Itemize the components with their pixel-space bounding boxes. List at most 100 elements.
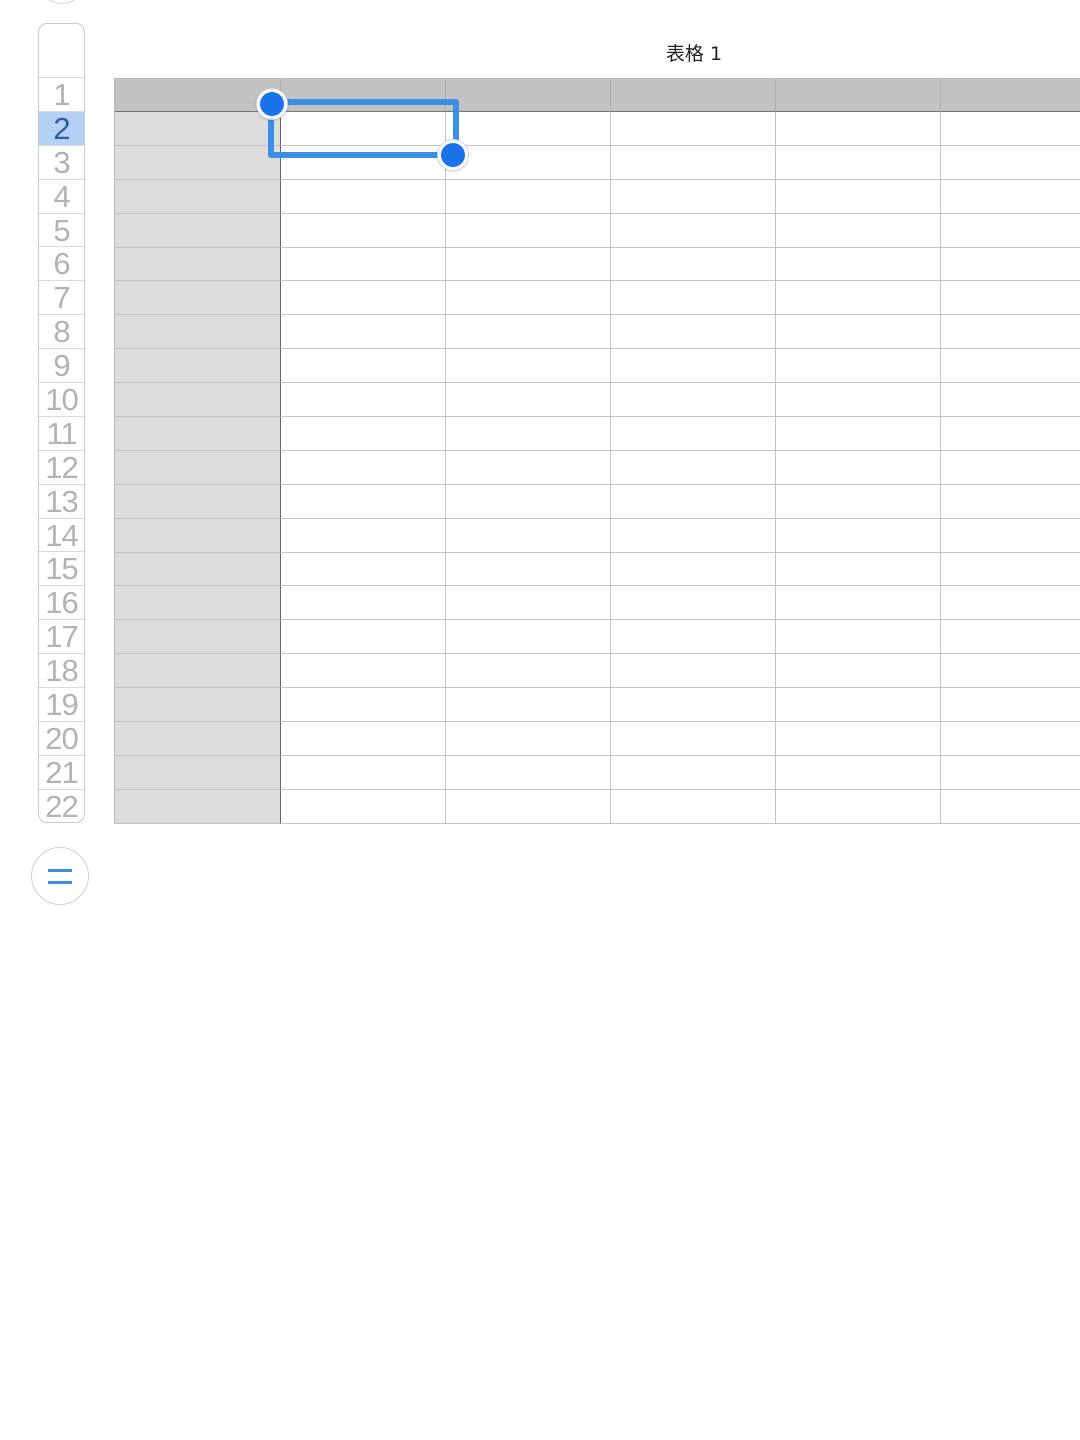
table-cell[interactable] <box>941 179 1080 214</box>
row-header-cell[interactable] <box>115 688 281 723</box>
table-cell[interactable] <box>611 484 776 519</box>
table-cell[interactable] <box>281 349 446 384</box>
row-number[interactable]: 3 <box>39 146 84 180</box>
table-cell[interactable] <box>446 417 611 451</box>
table-cell[interactable] <box>776 383 941 418</box>
table-cell[interactable] <box>611 417 776 451</box>
table-cell[interactable] <box>776 620 941 655</box>
table-cell[interactable] <box>281 417 446 451</box>
row-number[interactable]: 1 <box>39 78 84 112</box>
row-number[interactable]: 20 <box>39 722 84 756</box>
table-cell[interactable] <box>446 281 611 316</box>
table-cell[interactable] <box>776 552 941 587</box>
table-cell[interactable] <box>281 552 446 587</box>
table-cell[interactable] <box>446 179 611 214</box>
row-number[interactable]: 5 <box>39 214 84 248</box>
table-cell[interactable] <box>446 688 611 723</box>
row-number[interactable]: 8 <box>39 315 84 350</box>
table-cell[interactable] <box>281 620 446 655</box>
table-cell[interactable] <box>611 552 776 587</box>
table-cell[interactable] <box>446 315 611 350</box>
table-cell[interactable] <box>281 586 446 621</box>
table-cell[interactable] <box>941 722 1080 756</box>
row-number[interactable]: 19 <box>39 688 84 722</box>
table-cell[interactable] <box>941 213 1080 248</box>
table-cell[interactable] <box>611 654 776 689</box>
table-cell[interactable] <box>776 179 941 214</box>
table-cell[interactable] <box>281 722 446 756</box>
header-cell[interactable] <box>941 79 1080 112</box>
table-cell[interactable] <box>941 247 1080 282</box>
table-cell[interactable] <box>446 213 611 248</box>
row-header-cell[interactable] <box>115 145 281 180</box>
header-cell[interactable] <box>776 79 941 112</box>
table-cell[interactable] <box>776 722 941 756</box>
row-header-cell[interactable] <box>115 281 281 316</box>
row-number[interactable]: 9 <box>39 349 84 384</box>
row-number[interactable]: 16 <box>39 586 84 621</box>
table-cell[interactable] <box>776 586 941 621</box>
table-cell[interactable] <box>446 518 611 553</box>
table-cell[interactable] <box>281 213 446 248</box>
table-cell[interactable] <box>941 518 1080 553</box>
table-cell[interactable] <box>281 518 446 553</box>
table-cell[interactable] <box>941 383 1080 418</box>
table-cell[interactable] <box>776 450 941 485</box>
table-cell[interactable] <box>281 315 446 350</box>
table-cell[interactable] <box>776 789 941 824</box>
table-cell[interactable] <box>776 281 941 316</box>
row-number[interactable]: 13 <box>39 485 84 519</box>
table-cell[interactable] <box>611 586 776 621</box>
selection-handle-top-left[interactable] <box>257 89 287 119</box>
row-number[interactable]: 11 <box>39 417 84 451</box>
table-cell[interactable] <box>941 315 1080 350</box>
table-cell[interactable] <box>446 484 611 519</box>
table-cell[interactable] <box>611 112 776 146</box>
row-header-cell[interactable] <box>115 112 281 146</box>
table-cell[interactable] <box>281 688 446 723</box>
row-number[interactable]: 21 <box>39 756 84 790</box>
table-title[interactable]: 表格 1 <box>594 39 794 66</box>
table-cell[interactable] <box>446 755 611 790</box>
row-header-cell[interactable] <box>115 789 281 824</box>
table-cell[interactable] <box>941 654 1080 689</box>
table-cell[interactable] <box>446 349 611 384</box>
table-cell[interactable] <box>611 145 776 180</box>
selection-handle-bottom-right[interactable] <box>438 140 468 170</box>
table-cell[interactable] <box>611 450 776 485</box>
row-header-cell[interactable] <box>115 722 281 756</box>
table-cell[interactable] <box>776 112 941 146</box>
table-cell[interactable] <box>281 383 446 418</box>
table-cell[interactable] <box>446 722 611 756</box>
table-cell[interactable] <box>611 518 776 553</box>
table-cell[interactable] <box>281 789 446 824</box>
table-cell[interactable] <box>446 654 611 689</box>
table-cell[interactable] <box>941 586 1080 621</box>
row-number[interactable]: 17 <box>39 620 84 655</box>
table-cell[interactable] <box>446 383 611 418</box>
table-cell[interactable] <box>941 789 1080 824</box>
table-cell[interactable] <box>611 688 776 723</box>
table-cell[interactable] <box>281 484 446 519</box>
row-header-cell[interactable] <box>115 620 281 655</box>
table-cell[interactable] <box>281 247 446 282</box>
row-header-cell[interactable] <box>115 349 281 384</box>
table-cell[interactable] <box>281 450 446 485</box>
row-header-cell[interactable] <box>115 484 281 519</box>
table-cell[interactable] <box>941 349 1080 384</box>
row-number[interactable]: 10 <box>39 383 84 417</box>
table-cell[interactable] <box>611 383 776 418</box>
table-cell[interactable] <box>776 755 941 790</box>
row-number[interactable]: 12 <box>39 451 84 485</box>
table-cell[interactable] <box>446 586 611 621</box>
table-cell[interactable] <box>941 688 1080 723</box>
table-cell[interactable] <box>941 620 1080 655</box>
row-index-corner[interactable] <box>39 24 84 78</box>
row-header-cell[interactable] <box>115 383 281 418</box>
header-cell[interactable] <box>115 79 281 112</box>
row-number[interactable]: 22 <box>39 790 84 822</box>
table-cell[interactable] <box>446 247 611 282</box>
table-cell[interactable] <box>611 755 776 790</box>
table-cell[interactable] <box>611 620 776 655</box>
table-cell[interactable] <box>941 112 1080 146</box>
